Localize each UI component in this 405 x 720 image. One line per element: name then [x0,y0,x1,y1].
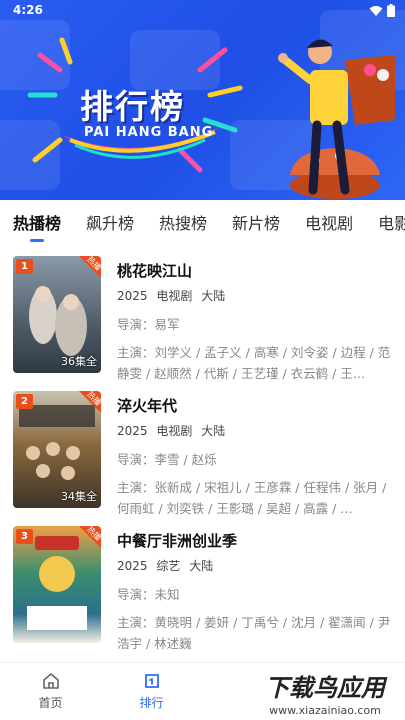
nav-ranking-label: 排行 [139,696,164,710]
item-year: 2025 [117,424,148,438]
item-meta: 2025 电视剧 大陆 [117,422,397,439]
watermark-logo: 下载鸟应用 www.xiazainiao.com [245,664,405,720]
item-title[interactable]: 中餐厅非洲创业季 [117,531,397,551]
episode-count: 36集全 [61,355,97,368]
banner-title: 排行榜 [80,87,185,126]
svg-text:下载鸟应用: 下载鸟应用 [265,674,388,702]
item-director: 导演：李雪 / 赵烁 [117,452,217,467]
item-year: 2025 [117,289,148,303]
episode-count: 34集全 [61,490,97,503]
svg-text:www.xiazainiao.com: www.xiazainiao.com [269,704,381,717]
list-item[interactable]: 3 热播 中餐厅非洲创业季 2025 综艺 大陆 导演：未知 主演：黄晓明 / … [0,515,405,651]
rank-badge: 2 [16,394,33,409]
tab-rising[interactable]: 飙升榜 [86,210,134,234]
item-region: 大陆 [201,289,226,303]
tab-tv-series[interactable]: 电视剧 [305,210,353,234]
item-region: 大陆 [189,559,214,573]
item-director: 导演：易军 [117,317,180,332]
item-type: 电视剧 [156,289,193,303]
nav-home-label: 首页 [38,696,63,710]
tab-new-release[interactable]: 新片榜 [232,210,280,234]
poster-image[interactable]: 1 热播 36集全 [13,256,101,373]
item-cast: 主演：刘学义 / 孟子义 / 高寒 / 刘令姿 / 边程 / 范静雯 / 赵顺然… [117,345,391,381]
rank-badge: 3 [16,529,33,544]
ranking-icon [144,674,159,688]
item-cast: 主演：黄晓明 / 姜妍 / 丁禹兮 / 沈月 / 翟潇闻 / 尹浩宇 / 林述巍 [117,615,391,651]
item-type: 电视剧 [156,424,193,438]
item-title[interactable]: 淬火年代 [117,396,397,416]
battery-icon [387,4,395,17]
item-meta: 2025 电视剧 大陆 [117,287,397,304]
item-title[interactable]: 桃花映江山 [117,261,397,281]
list-item[interactable]: 2 热播 34集全 淬火年代 2025 电视剧 大陆 导演：李雪 / 赵烁 主演… [0,380,405,516]
wifi-icon [369,5,383,16]
ranking-banner: 排行榜 PAI HANG BANG [0,0,405,200]
person-illustration [278,39,395,199]
list-item[interactable]: 1 热播 36集全 桃花映江山 2025 电视剧 大陆 导演：易军 主演：刘学义… [0,245,405,381]
poster-image[interactable]: 2 热播 34集全 [13,391,101,508]
nav-home[interactable]: 首页 [0,663,101,720]
banner-subtitle: PAI HANG BANG [84,125,214,140]
item-region: 大陆 [201,424,226,438]
item-meta: 2025 综艺 大陆 [117,557,397,574]
item-director: 导演：未知 [117,587,180,602]
status-bar: 4:26 [0,0,405,22]
item-type: 综艺 [156,559,181,573]
rank-badge: 1 [16,259,33,274]
home-icon [42,673,59,689]
poster-image[interactable]: 3 热播 [13,526,101,643]
tab-hot-search[interactable]: 热搜榜 [159,210,207,234]
item-cast: 主演：张新成 / 宋祖儿 / 王彦霖 / 任程伟 / 张月 / 何雨虹 / 刘奕… [117,480,387,516]
nav-ranking[interactable]: 排行 [101,663,202,720]
tab-movie[interactable]: 电影 [378,210,405,234]
tab-hot-play[interactable]: 热播榜 [13,210,61,234]
status-time: 4:26 [13,3,43,17]
item-year: 2025 [117,559,148,573]
ranking-tabs: 热播榜 飙升榜 热搜榜 新片榜 电视剧 电影 [0,200,405,244]
